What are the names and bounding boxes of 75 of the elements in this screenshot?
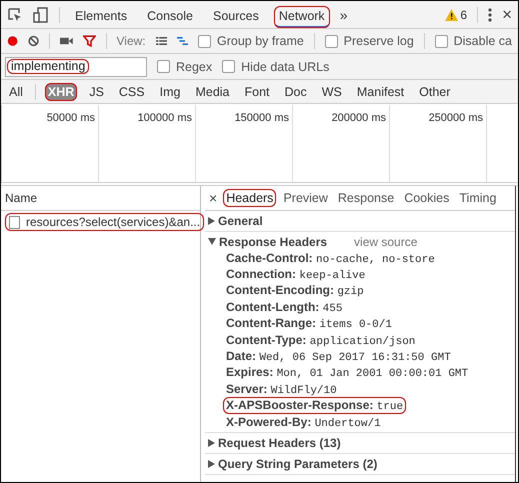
view-source-link[interactable]: view source bbox=[354, 234, 418, 248]
more-tabs-button[interactable]: » bbox=[340, 6, 348, 22]
close-button[interactable]: × bbox=[209, 190, 218, 206]
header-entry: Server: WildFly/10 bbox=[225, 380, 338, 398]
detail-tab[interactable]: Timing bbox=[456, 189, 500, 207]
checkbox[interactable] bbox=[434, 34, 448, 48]
header-entry: Expires: Mon, 01 Jan 2001 00:00:01 GMT bbox=[225, 364, 470, 382]
header-entry: Connection: keep-alive bbox=[225, 266, 366, 284]
header-entry: Content-Length: 455 bbox=[225, 298, 344, 316]
header-entry: Cache-Control: no-cache, no-store bbox=[225, 250, 436, 267]
type-filter[interactable]: Img bbox=[156, 82, 184, 100]
menu-icon[interactable] bbox=[488, 8, 492, 22]
type-filter[interactable]: Manifest bbox=[354, 82, 408, 100]
filter-text: implementing bbox=[7, 59, 90, 74]
name-column-header[interactable]: Name bbox=[5, 191, 38, 205]
section-title[interactable]: Request Headers (13) bbox=[218, 436, 341, 450]
checkbox[interactable] bbox=[222, 60, 236, 73]
time-tick: 100000 ms bbox=[138, 112, 192, 126]
panel-tab[interactable]: Elements bbox=[70, 6, 132, 28]
header-entry: Date: Wed, 06 Sep 2017 16:31:50 GMT bbox=[225, 348, 452, 366]
checkbox[interactable] bbox=[324, 34, 338, 48]
inspect-icon[interactable] bbox=[7, 6, 23, 22]
detail-tab[interactable]: Headers bbox=[223, 189, 276, 207]
header-entry: X-Powered-By: Undertow/1 bbox=[225, 414, 382, 431]
request-name: resources?select(services)&an... bbox=[26, 215, 200, 229]
disclosure-triangle-icon[interactable] bbox=[208, 460, 215, 468]
filter-icon[interactable] bbox=[82, 34, 96, 48]
type-filter[interactable]: Media bbox=[192, 82, 232, 100]
panel-tab[interactable]: Sources bbox=[208, 6, 264, 28]
detail-tab[interactable]: Preview bbox=[280, 189, 331, 207]
section-title[interactable]: Response Headers bbox=[219, 234, 328, 248]
type-filter[interactable]: Other bbox=[416, 82, 454, 100]
header-entry: Content-Encoding: gzip bbox=[225, 282, 365, 300]
request-row[interactable]: resources?select(services)&an... bbox=[5, 213, 204, 231]
camera-icon[interactable] bbox=[60, 36, 73, 46]
file-icon bbox=[9, 216, 20, 228]
checkbox-label: Group by frame bbox=[216, 34, 304, 48]
view-label: View: bbox=[116, 34, 146, 48]
disclosure-triangle-icon[interactable] bbox=[208, 238, 216, 245]
close-button[interactable]: × bbox=[502, 4, 512, 24]
type-filter[interactable]: WS bbox=[318, 82, 345, 100]
type-filter[interactable]: CSS bbox=[116, 82, 148, 100]
filter-field[interactable]: implementing bbox=[5, 56, 147, 76]
type-filter[interactable]: XHR bbox=[44, 82, 78, 100]
type-filter[interactable]: Doc bbox=[282, 82, 310, 100]
waterfall-icon[interactable] bbox=[176, 36, 188, 46]
checkbox-label: Preserve log bbox=[344, 34, 414, 48]
section-title[interactable]: Query String Parameters (2) bbox=[218, 456, 378, 471]
warning-icon bbox=[445, 8, 458, 20]
device-icon[interactable] bbox=[33, 6, 49, 22]
time-tick: 50000 ms bbox=[46, 112, 95, 126]
type-filter[interactable]: JS bbox=[86, 82, 107, 100]
type-filter[interactable]: All bbox=[6, 82, 26, 100]
panel-tab[interactable]: Console bbox=[142, 6, 198, 28]
checkbox[interactable] bbox=[157, 60, 170, 73]
clear-icon[interactable] bbox=[28, 34, 40, 48]
checkbox[interactable] bbox=[198, 34, 211, 48]
time-tick: 150000 ms bbox=[234, 112, 289, 126]
header-entry: Content-Type: application/json bbox=[225, 332, 416, 349]
detail-tab[interactable]: Response bbox=[334, 189, 398, 207]
checkbox-label: Regex bbox=[176, 60, 212, 74]
time-tick: 200000 ms bbox=[332, 112, 386, 126]
header-entry: Content-Range: items 0-0/1 bbox=[225, 315, 393, 332]
warning-count[interactable]: 6 bbox=[460, 8, 468, 22]
disclosure-triangle-icon[interactable] bbox=[208, 216, 215, 224]
time-tick: 250000 ms bbox=[428, 112, 483, 126]
section-title[interactable]: General bbox=[218, 214, 263, 228]
checkbox-label: Hide data URLs bbox=[241, 60, 330, 74]
header-entry: X-APSBooster-Response: true bbox=[223, 397, 406, 414]
type-filter[interactable]: Font bbox=[242, 82, 273, 100]
disclosure-triangle-icon[interactable] bbox=[208, 438, 215, 447]
list-view-icon[interactable] bbox=[156, 36, 167, 46]
record-icon[interactable] bbox=[7, 34, 18, 48]
detail-tab[interactable]: Cookies bbox=[401, 189, 452, 207]
checkbox-label: Disable ca bbox=[454, 34, 512, 48]
